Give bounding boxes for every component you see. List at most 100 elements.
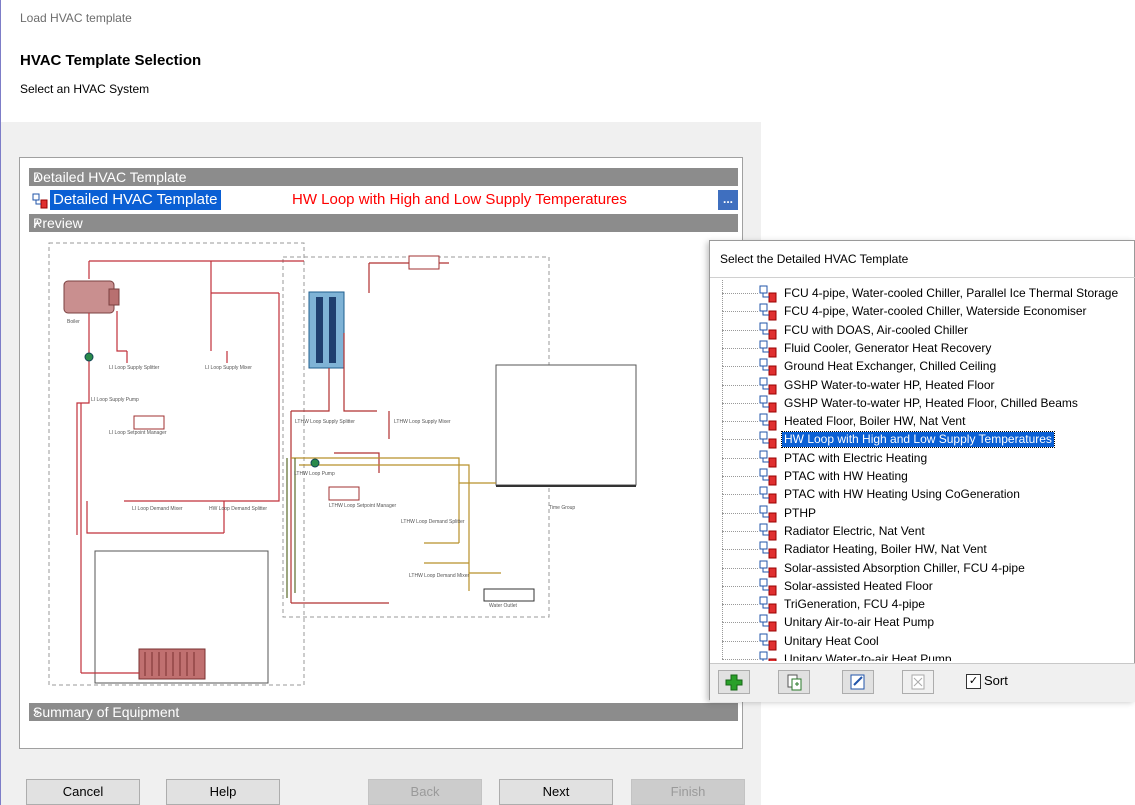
template-list-item[interactable]: TriGeneration, FCU 4-pipe bbox=[710, 585, 1135, 614]
detailed-template-group-header[interactable]: Detailed HVAC Template ⋏ bbox=[29, 168, 738, 186]
hvac-template-icon bbox=[759, 523, 777, 541]
template-list-item[interactable]: Solar-assisted Heated Floor bbox=[710, 566, 1135, 596]
template-list[interactable]: FCU 4-pipe, Water-cooled Chiller, Parall… bbox=[710, 279, 1135, 661]
cancel-button[interactable]: Cancel bbox=[26, 779, 140, 805]
delete-template-button[interactable] bbox=[902, 670, 934, 694]
svg-text:LI Loop Supply Splitter: LI Loop Supply Splitter bbox=[109, 365, 160, 371]
svg-text:LTHW Loop Pump: LTHW Loop Pump bbox=[294, 471, 335, 477]
finish-button[interactable]: Finish bbox=[631, 779, 745, 805]
hvac-template-icon bbox=[759, 340, 777, 358]
tree-branch bbox=[722, 585, 758, 588]
expand-icon[interactable]: » bbox=[33, 703, 732, 721]
hvac-template-icon bbox=[759, 468, 777, 486]
tree-branch bbox=[722, 567, 758, 570]
template-list-item-label: Fluid Cooler, Generator Heat Recovery bbox=[784, 340, 992, 355]
hvac-template-icon bbox=[759, 413, 777, 431]
hvac-template-icon bbox=[759, 614, 777, 632]
template-list-item-label: PTAC with HW Heating Using CoGeneration bbox=[784, 487, 1020, 502]
tree-line bbox=[722, 279, 724, 293]
tree-line bbox=[722, 292, 724, 312]
tree-line bbox=[722, 621, 724, 641]
tree-branch bbox=[722, 329, 758, 332]
svg-text:LI Loop Setpoint Manager: LI Loop Setpoint Manager bbox=[109, 430, 167, 436]
tree-line bbox=[722, 603, 724, 623]
template-list-item[interactable]: PTHP bbox=[710, 493, 1135, 523]
template-list-item[interactable]: Radiator Electric, Nat Vent bbox=[710, 511, 1135, 541]
template-list-item-label: FCU 4-pipe, Water-cooled Chiller, Waters… bbox=[784, 304, 1087, 319]
checkmark-icon: ✓ bbox=[968, 675, 979, 687]
heat-exchanger-icon bbox=[308, 291, 345, 369]
hvac-preview-diagram: Boiler LI Loop Supply Splitter LI Loop S… bbox=[29, 233, 738, 701]
dialog-header: HVAC Template Selection Select an HVAC S… bbox=[1, 40, 761, 122]
hvac-template-icon bbox=[759, 358, 777, 376]
template-list-item-label: Solar-assisted Absorption Chiller, FCU 4… bbox=[784, 560, 1025, 575]
svg-text:LTHW Loop Demand Splitter: LTHW Loop Demand Splitter bbox=[401, 519, 465, 525]
help-button[interactable]: Help bbox=[166, 779, 280, 805]
hvac-template-icon bbox=[759, 505, 777, 523]
collapse-icon[interactable]: ⋏ bbox=[33, 168, 732, 186]
template-list-item[interactable]: PTAC with HW Heating bbox=[710, 457, 1135, 486]
template-list-item[interactable]: Solar-assisted Absorption Chiller, FCU 4… bbox=[710, 548, 1135, 578]
tree-branch bbox=[722, 439, 758, 441]
template-list-item[interactable]: FCU 4-pipe, Water-cooled Chiller, Waters… bbox=[710, 292, 1135, 321]
tree-line bbox=[722, 420, 724, 440]
template-selection-row[interactable]: Detailed HVAC Template HW Loop with High… bbox=[29, 189, 738, 211]
template-list-item[interactable]: Fluid Cooler, Generator Heat Recovery bbox=[710, 328, 1135, 358]
svg-text:LTHW Loop Setpoint Manager: LTHW Loop Setpoint Manager bbox=[329, 503, 397, 509]
back-button[interactable]: Back bbox=[368, 779, 482, 805]
template-list-item[interactable]: Unitary Heat Cool bbox=[710, 621, 1135, 651]
hvac-template-icon bbox=[32, 193, 48, 209]
svg-text:LTHW Loop Supply Splitter: LTHW Loop Supply Splitter bbox=[295, 419, 355, 425]
tree-line bbox=[722, 511, 724, 531]
tree-branch bbox=[722, 512, 758, 515]
edit-icon bbox=[850, 674, 865, 690]
popup-header: Select the Detailed HVAC Template bbox=[710, 241, 1135, 278]
template-list-item[interactable]: FCU with DOAS, Air-cooled Chiller bbox=[710, 310, 1135, 340]
boiler-icon bbox=[63, 280, 120, 314]
window-title: Load HVAC template bbox=[20, 11, 132, 25]
edit-template-button[interactable] bbox=[842, 670, 874, 694]
tree-line bbox=[722, 475, 724, 495]
template-list-item[interactable]: FCU 4-pipe, Water-cooled Chiller, Parall… bbox=[710, 279, 1135, 303]
copy-icon bbox=[787, 674, 802, 691]
hvac-template-icon bbox=[759, 541, 777, 559]
page-subtitle: Select an HVAC System bbox=[20, 82, 150, 96]
hvac-template-dialog: Load HVAC template HVAC Template Selecti… bbox=[0, 0, 761, 805]
next-button[interactable]: Next bbox=[499, 779, 613, 805]
template-panel: Detailed HVAC Template ⋏ Detailed HVAC T… bbox=[19, 157, 743, 749]
svg-text:Water Outlet: Water Outlet bbox=[489, 603, 517, 609]
summary-group-header[interactable]: Summary of Equipment » bbox=[29, 703, 738, 721]
template-list-item-label: HW Loop with High and Low Supply Tempera… bbox=[781, 431, 1055, 449]
collapse-icon[interactable]: ⋏ bbox=[33, 214, 732, 232]
template-list-item[interactable]: Unitary Water-to-air Heat Pump bbox=[710, 640, 1135, 661]
copy-template-button[interactable] bbox=[778, 670, 810, 694]
template-list-item[interactable]: Ground Heat Exchanger, Chilled Ceiling bbox=[710, 347, 1135, 376]
tree-branch bbox=[722, 659, 758, 661]
template-list-item[interactable]: GSHP Water-to-water HP, Heated Floor bbox=[710, 365, 1135, 395]
template-list-item-label: Solar-assisted Heated Floor bbox=[784, 578, 933, 593]
browse-button[interactable]: ... bbox=[718, 190, 738, 210]
template-list-item-label: FCU with DOAS, Air-cooled Chiller bbox=[784, 322, 969, 337]
tree-line bbox=[722, 438, 724, 458]
tree-line bbox=[722, 548, 724, 568]
popup-title: Select the Detailed HVAC Template bbox=[720, 252, 909, 266]
template-value[interactable]: HW Loop with High and Low Supply Tempera… bbox=[292, 190, 627, 210]
template-list-item-label: TriGeneration, FCU 4-pipe bbox=[784, 597, 925, 612]
template-list-item[interactable]: PTAC with Electric Heating bbox=[710, 438, 1135, 468]
sort-checkbox[interactable]: ✓ bbox=[966, 674, 981, 689]
template-list-item[interactable]: Radiator Heating, Boiler HW, Nat Vent bbox=[710, 530, 1135, 559]
template-label[interactable]: Detailed HVAC Template bbox=[50, 190, 221, 210]
template-list-item[interactable]: GSHP Water-to-water HP, Heated Floor, Ch… bbox=[710, 383, 1135, 413]
tree-line bbox=[722, 347, 724, 367]
preview-group-header[interactable]: Preview ⋏ bbox=[29, 214, 738, 232]
svg-text:Time Group: Time Group bbox=[549, 505, 575, 511]
template-list-item[interactable]: PTAC with HW Heating Using CoGeneration bbox=[710, 475, 1135, 504]
tree-branch bbox=[722, 549, 758, 551]
template-list-item[interactable]: Unitary Air-to-air Heat Pump bbox=[710, 603, 1135, 632]
template-list-item-label: GSHP Water-to-water HP, Heated Floor, Ch… bbox=[784, 395, 1078, 410]
add-template-button[interactable] bbox=[718, 670, 750, 694]
template-list-item[interactable]: HW Loop with High and Low Supply Tempera… bbox=[710, 420, 1135, 449]
tree-line bbox=[722, 328, 724, 348]
tree-line bbox=[722, 383, 724, 403]
template-list-item[interactable]: Heated Floor, Boiler HW, Nat Vent bbox=[710, 402, 1135, 431]
